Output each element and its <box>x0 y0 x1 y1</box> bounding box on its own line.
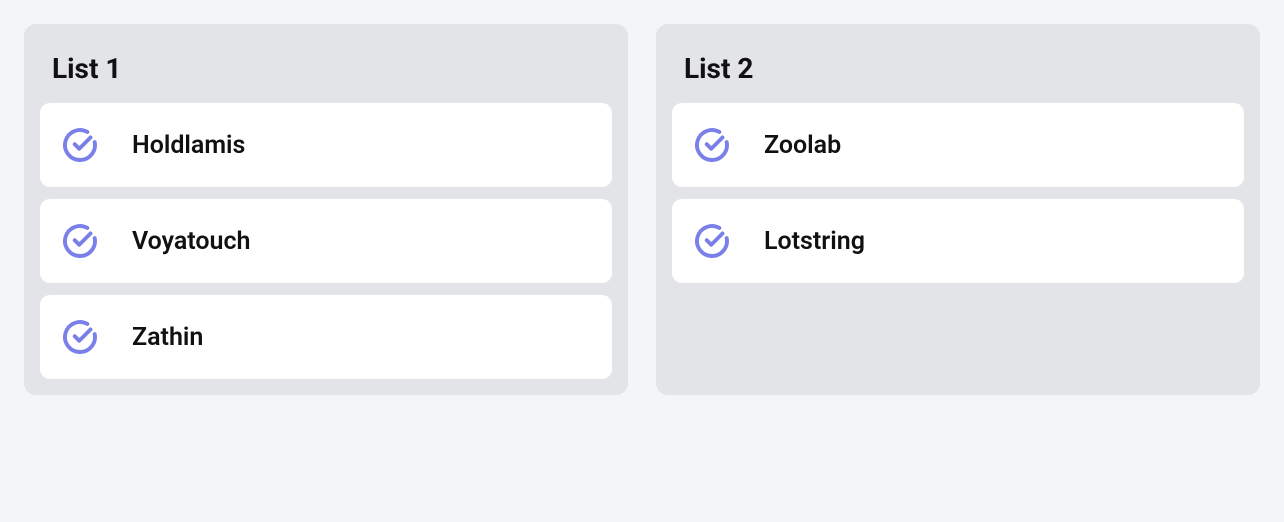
list-item[interactable]: Voyatouch <box>40 199 612 283</box>
list-panel-1: List 1 Holdlamis Voyatou <box>24 24 628 395</box>
list-items-1: Holdlamis Voyatouch Za <box>40 103 612 379</box>
list-panel-2: List 2 Zoolab Lotstring <box>656 24 1260 395</box>
list-items-2: Zoolab Lotstring <box>672 103 1244 283</box>
list-item[interactable]: Zathin <box>40 295 612 379</box>
list-item[interactable]: Lotstring <box>672 199 1244 283</box>
list-item[interactable]: Holdlamis <box>40 103 612 187</box>
list-item[interactable]: Zoolab <box>672 103 1244 187</box>
checkmark-circle-icon <box>62 319 98 355</box>
list-title-1: List 1 <box>40 40 612 103</box>
list-title-2: List 2 <box>672 40 1244 103</box>
list-item-label: Zoolab <box>764 131 841 160</box>
checkmark-circle-icon <box>62 127 98 163</box>
list-item-label: Lotstring <box>764 227 865 256</box>
list-item-label: Zathin <box>132 323 203 352</box>
list-item-label: Voyatouch <box>132 227 250 256</box>
checkmark-circle-icon <box>62 223 98 259</box>
checkmark-circle-icon <box>694 223 730 259</box>
checkmark-circle-icon <box>694 127 730 163</box>
list-item-label: Holdlamis <box>132 131 245 160</box>
lists-container: List 1 Holdlamis Voyatou <box>24 24 1260 395</box>
